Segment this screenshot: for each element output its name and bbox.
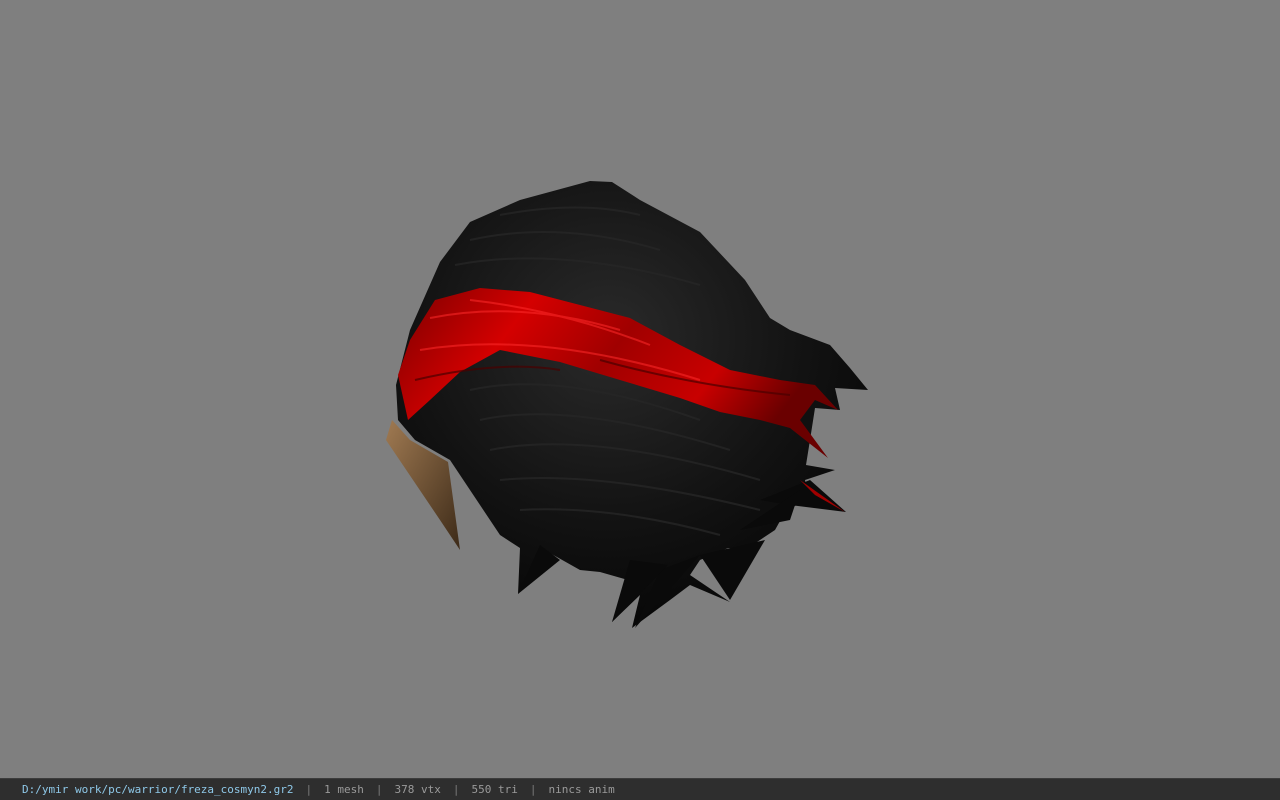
file-path: D:/ymir work/pc/warrior/freza_cosmyn2.gr… [22,783,294,796]
vertex-count: 378 vtx [394,783,441,796]
status-bar: D:/ymir work/pc/warrior/freza_cosmyn2.gr… [0,778,1280,800]
mesh-count: 1 mesh [324,783,364,796]
3d-viewport[interactable] [0,0,1280,778]
separator: | [305,783,313,796]
hair-model-render[interactable] [0,0,1280,778]
separator: | [375,783,383,796]
anim-status: nincs anim [548,783,615,796]
triangle-count: 550 tri [471,783,518,796]
separator: | [529,783,537,796]
separator: | [452,783,460,796]
